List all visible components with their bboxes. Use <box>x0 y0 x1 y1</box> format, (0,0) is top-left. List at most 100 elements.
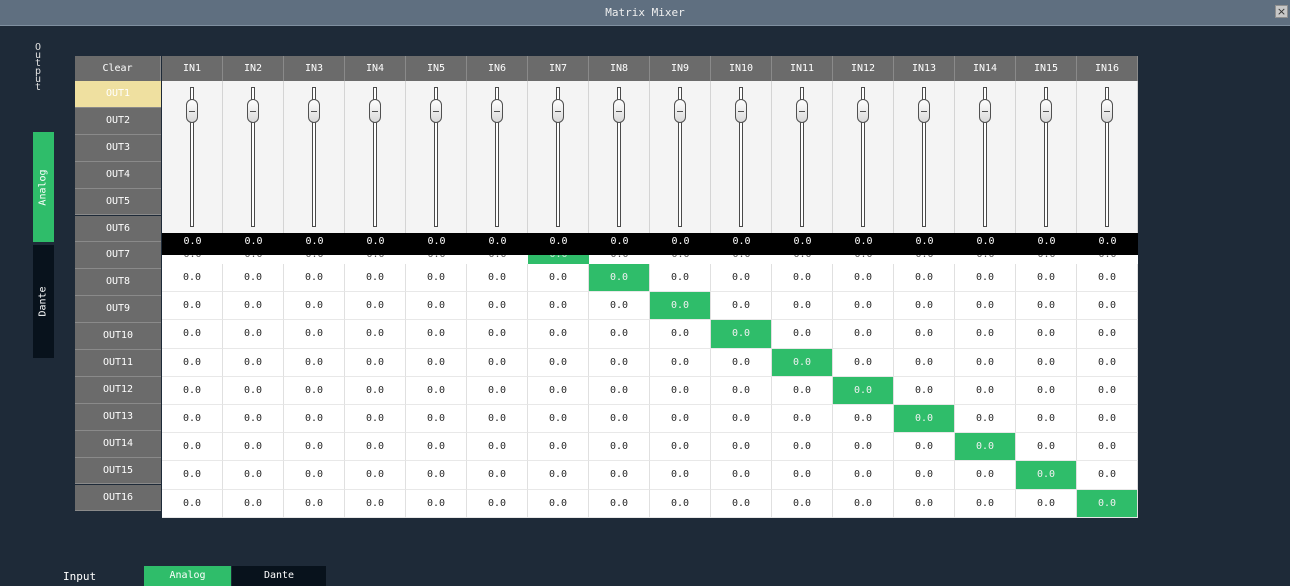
input-header-in4[interactable]: IN4 <box>345 56 406 81</box>
output-tab-dante[interactable]: Dante <box>33 245 54 358</box>
matrix-cell[interactable]: 0.0 <box>711 405 772 434</box>
matrix-cell[interactable]: 0.0 <box>955 348 1016 377</box>
matrix-cell[interactable]: 0.0 <box>467 264 528 293</box>
output-row-out15[interactable]: OUT15 <box>75 457 161 485</box>
input-header-in1[interactable]: IN1 <box>162 56 223 81</box>
matrix-cell[interactable]: 0.0 <box>711 461 772 490</box>
matrix-cell[interactable]: 0.0 <box>345 348 406 377</box>
matrix-cell-partial[interactable]: 0.0 <box>1077 255 1138 264</box>
matrix-cell[interactable]: 0.0 <box>772 433 833 462</box>
matrix-cell[interactable]: 0.0 <box>162 489 223 518</box>
matrix-cell[interactable]: 0.0 <box>1016 376 1077 405</box>
matrix-cell[interactable]: 0.0 <box>284 461 345 490</box>
matrix-cell[interactable]: 0.0 <box>528 376 589 405</box>
output-row-out12[interactable]: OUT12 <box>75 376 161 404</box>
matrix-cell[interactable]: 0.0 <box>406 264 467 293</box>
input-header-in11[interactable]: IN11 <box>772 56 833 81</box>
matrix-cell[interactable]: 0.0 <box>284 348 345 377</box>
matrix-cell[interactable]: 0.0 <box>284 376 345 405</box>
fader-knob[interactable] <box>613 99 625 123</box>
input-header-in6[interactable]: IN6 <box>467 56 528 81</box>
fader-knob[interactable] <box>430 99 442 123</box>
output-row-out11[interactable]: OUT11 <box>75 350 161 377</box>
matrix-cell[interactable]: 0.0 <box>650 292 711 321</box>
matrix-cell[interactable]: 0.0 <box>833 348 894 377</box>
fader-in1[interactable] <box>162 81 223 233</box>
input-header-in10[interactable]: IN10 <box>711 56 772 81</box>
matrix-cell[interactable]: 0.0 <box>162 348 223 377</box>
matrix-cell[interactable]: 0.0 <box>833 489 894 518</box>
fader-knob[interactable] <box>369 99 381 123</box>
matrix-cell[interactable]: 0.0 <box>406 348 467 377</box>
matrix-cell[interactable]: 0.0 <box>162 433 223 462</box>
matrix-cell[interactable]: 0.0 <box>284 320 345 349</box>
matrix-cell-partial[interactable]: 0.0 <box>772 255 833 264</box>
matrix-cell[interactable]: 0.0 <box>1077 292 1138 321</box>
matrix-cell[interactable]: 0.0 <box>1077 489 1138 518</box>
matrix-cell[interactable]: 0.0 <box>772 461 833 490</box>
close-button[interactable]: × <box>1275 5 1288 18</box>
matrix-cell[interactable]: 0.0 <box>162 292 223 321</box>
matrix-cell[interactable]: 0.0 <box>650 461 711 490</box>
output-row-out7[interactable]: OUT7 <box>75 242 161 270</box>
matrix-cell[interactable]: 0.0 <box>894 376 955 405</box>
matrix-cell[interactable]: 0.0 <box>894 433 955 462</box>
fader-knob[interactable] <box>491 99 503 123</box>
matrix-cell[interactable]: 0.0 <box>467 348 528 377</box>
matrix-cell[interactable]: 0.0 <box>772 320 833 349</box>
matrix-cell[interactable]: 0.0 <box>528 405 589 434</box>
fader-in6[interactable] <box>467 81 528 233</box>
output-row-out16[interactable]: OUT16 <box>75 484 161 512</box>
matrix-cell[interactable]: 0.0 <box>1077 348 1138 377</box>
fader-knob[interactable] <box>1040 99 1052 123</box>
fader-knob[interactable] <box>857 99 869 123</box>
matrix-cell[interactable]: 0.0 <box>345 376 406 405</box>
matrix-cell[interactable]: 0.0 <box>528 348 589 377</box>
matrix-cell-partial[interactable]: 0.0 <box>955 255 1016 264</box>
matrix-cell[interactable]: 0.0 <box>589 348 650 377</box>
matrix-cell[interactable]: 0.0 <box>833 433 894 462</box>
matrix-cell[interactable]: 0.0 <box>833 292 894 321</box>
matrix-cell[interactable]: 0.0 <box>1077 433 1138 462</box>
matrix-cell[interactable]: 0.0 <box>406 320 467 349</box>
matrix-cell[interactable]: 0.0 <box>894 292 955 321</box>
matrix-cell[interactable]: 0.0 <box>589 264 650 293</box>
output-row-out8[interactable]: OUT8 <box>75 269 161 297</box>
output-row-out14[interactable]: OUT14 <box>75 430 161 458</box>
matrix-cell[interactable]: 0.0 <box>955 320 1016 349</box>
matrix-cell[interactable]: 0.0 <box>650 433 711 462</box>
matrix-cell[interactable]: 0.0 <box>1016 264 1077 293</box>
matrix-cell[interactable]: 0.0 <box>589 376 650 405</box>
fader-in13[interactable] <box>894 81 955 233</box>
matrix-cell[interactable]: 0.0 <box>650 405 711 434</box>
matrix-cell[interactable]: 0.0 <box>772 405 833 434</box>
fader-knob[interactable] <box>674 99 686 123</box>
matrix-cell[interactable]: 0.0 <box>223 264 284 293</box>
matrix-cell[interactable]: 0.0 <box>650 348 711 377</box>
matrix-cell[interactable]: 0.0 <box>284 433 345 462</box>
matrix-cell-partial[interactable]: 0.0 <box>711 255 772 264</box>
matrix-cell[interactable]: 0.0 <box>772 264 833 293</box>
input-header-in12[interactable]: IN12 <box>833 56 894 81</box>
input-tab-analog[interactable]: Analog <box>144 566 231 586</box>
matrix-cell[interactable]: 0.0 <box>650 320 711 349</box>
matrix-cell[interactable]: 0.0 <box>223 405 284 434</box>
matrix-cell[interactable]: 0.0 <box>1016 489 1077 518</box>
matrix-cell[interactable]: 0.0 <box>528 489 589 518</box>
matrix-cell[interactable]: 0.0 <box>162 320 223 349</box>
matrix-cell[interactable]: 0.0 <box>467 320 528 349</box>
input-header-in5[interactable]: IN5 <box>406 56 467 81</box>
matrix-cell[interactable]: 0.0 <box>284 292 345 321</box>
matrix-cell-partial[interactable]: 0.0 <box>894 255 955 264</box>
matrix-cell[interactable]: 0.0 <box>894 264 955 293</box>
matrix-cell[interactable]: 0.0 <box>162 405 223 434</box>
matrix-cell[interactable]: 0.0 <box>711 489 772 518</box>
matrix-cell[interactable]: 0.0 <box>955 376 1016 405</box>
matrix-cell[interactable]: 0.0 <box>406 489 467 518</box>
matrix-cell[interactable]: 0.0 <box>406 461 467 490</box>
matrix-cell[interactable]: 0.0 <box>1077 461 1138 490</box>
output-row-out9[interactable]: OUT9 <box>75 296 161 324</box>
matrix-cell-partial[interactable]: 0.0 <box>650 255 711 264</box>
matrix-cell[interactable]: 0.0 <box>711 320 772 349</box>
matrix-cell[interactable]: 0.0 <box>345 292 406 321</box>
